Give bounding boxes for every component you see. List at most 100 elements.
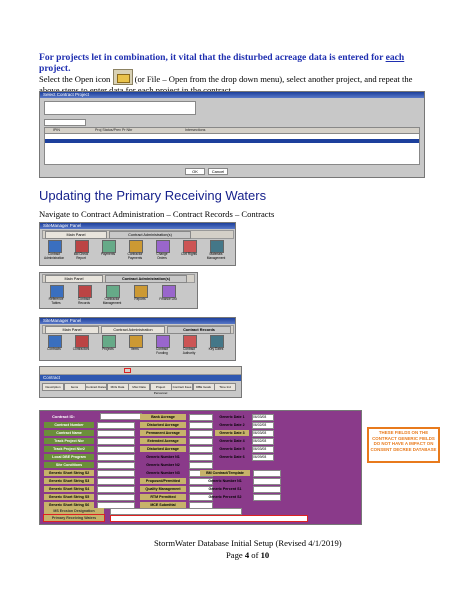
generic-left-0-field[interactable] [97, 470, 135, 477]
tab-main-panel-3[interactable]: Main Panel [45, 326, 99, 334]
col-status: Proj Status/Prev Pr Nbr [95, 128, 133, 132]
panel-icon-label: Reports [134, 297, 146, 301]
cancel-button[interactable]: Cancel [208, 168, 228, 175]
open-toolbar-icon-highlight[interactable] [124, 368, 131, 373]
panel-icon-label: Contract Records [77, 297, 91, 305]
right-lower-3-field[interactable] [253, 494, 281, 501]
generic-date-5-field[interactable]: 06/09/08 [252, 454, 274, 461]
mid-lower-1-field[interactable] [189, 462, 213, 469]
generic-left-1-field[interactable] [97, 478, 135, 485]
generic-date-2-field[interactable]: 06/03/08 [252, 430, 274, 437]
generic-left-1-label: Generic Short String S3 [44, 478, 94, 484]
left-3-label: Track Project Nbr2 [44, 446, 94, 452]
mid-4-field[interactable] [189, 446, 213, 453]
project-list[interactable]: IPIN Proj Status/Prev Pr Nbr Intersectio… [44, 127, 420, 165]
generic-left-2-field[interactable] [97, 486, 135, 493]
tab-main-panel-2[interactable]: Main Panel [45, 275, 103, 283]
panel-icon-label: Bid Check Report [73, 252, 89, 260]
open-instruction-start: Select the Open icon [39, 74, 111, 84]
contract-administration-screenshot: Main Panel Contract Administration(s) Re… [39, 272, 198, 309]
contract-window-title: Contract [40, 375, 241, 381]
panel-icon-label: Key Dates [208, 347, 224, 351]
panel-icon-label: Contractor Management [102, 297, 122, 305]
generic-date-1-field[interactable]: 06/02/08 [252, 422, 274, 429]
left-2-field[interactable] [97, 438, 135, 445]
generic-left-2-label: Generic Short String S4 [44, 486, 94, 492]
mid-lower-1-label: Generic Number N2 [146, 463, 180, 467]
navigation-instruction: Navigate to Contract Administration – Co… [39, 209, 275, 219]
contract-tabs: Description Items Contract Dates Mtrls Data… [42, 383, 238, 395]
primary-receiving-waters-field[interactable] [110, 515, 308, 522]
section-heading: Updating the Primary Receiving Waters [39, 188, 267, 203]
generic-left-3-label: Generic Short String S5 [44, 494, 94, 500]
sitemanager-title-2: SiteManager Panel [40, 318, 235, 324]
mid-lower-5-label: RTM Permitted [140, 494, 186, 500]
generic-date-1-label: Generic Date 2 [219, 423, 245, 427]
generic-date-5-label: Generic Date 6 [219, 455, 245, 459]
tab-contract-administration-2[interactable]: Contract Administration(s) [105, 275, 187, 283]
tab-contract-records[interactable]: Contract Records [167, 326, 231, 334]
mid-0-field[interactable] [189, 414, 213, 421]
mid-2-field[interactable] [189, 430, 213, 437]
panel-tabs: Main Panel Contract Administration(s) [42, 230, 234, 239]
contract-tab-misc-data[interactable]: Misc Data [128, 383, 150, 391]
ms-erosion-field[interactable] [110, 508, 242, 515]
panel-icon-label: Payments [100, 252, 116, 256]
mid-1-field[interactable] [189, 422, 213, 429]
contract-tab-project-personnel[interactable]: Project Personnel [149, 383, 172, 395]
col-intersections: Intersections [185, 128, 206, 132]
dialog-search-field[interactable] [44, 119, 86, 126]
contract-tab-mtrls-data[interactable]: Mtrls Data [106, 383, 129, 391]
contract-window-screenshot: Contract Description Items Contract Dates M… [39, 366, 242, 398]
mid-lower-4-label: Quality Management [140, 486, 186, 492]
left-0-field[interactable] [97, 422, 135, 429]
panel-icon-label: Contractors [72, 347, 90, 351]
panel-icon-label: Contract Funding [155, 347, 169, 355]
tab-contract-administration[interactable]: Contract Administration(s) [109, 231, 191, 239]
left-1-field[interactable] [97, 430, 135, 437]
generic-fields-note: THESE FIELDS ON THE CONTRACT GENERIC FIE… [367, 427, 440, 463]
contract-form-screenshot: Contract ID: Contract Number Contract Nam… [39, 410, 362, 525]
project-list-header: IPIN Proj Status/Prev Pr Nbr Intersectio… [45, 128, 419, 134]
select-project-dialog-screenshot: Select Contract Project IPIN Proj Status… [39, 91, 425, 178]
selected-project-row[interactable] [45, 139, 419, 143]
mid-3-field[interactable] [189, 438, 213, 445]
ms-erosion-label: MS Erosion Designation [44, 508, 104, 514]
intro-emphasis: each [385, 52, 405, 63]
contract-tab-dbe-goals[interactable]: DBE Goals [192, 383, 215, 391]
contract-tab-contract-dates[interactable]: Contract Dates [85, 383, 107, 391]
contract-tab-contract-fees[interactable]: Contract Fees [171, 383, 193, 391]
page-of: of [249, 550, 261, 560]
generic-date-4-field[interactable]: 06/03/08 [252, 446, 274, 453]
contract-id-label: Contract ID: [52, 414, 75, 419]
left-1-label: Contract Name [44, 430, 94, 436]
tab-contract-administration-3[interactable]: Contract Administration [101, 326, 165, 334]
contract-id-field[interactable] [100, 413, 142, 420]
left-4-field[interactable] [97, 454, 135, 461]
left-3-field[interactable] [97, 446, 135, 453]
sitemanager-main-panel-screenshot: SiteManager Panel Main Panel Contract Ad… [39, 222, 236, 266]
right-lower-2-field[interactable] [253, 486, 281, 493]
generic-date-3-field[interactable]: 06/02/08 [252, 438, 274, 445]
generic-left-3-field[interactable] [97, 494, 135, 501]
primary-receiving-waters-label: Primary Receiving Waters [43, 514, 105, 522]
right-lower-1-field[interactable] [253, 478, 281, 485]
left-5-label: Site Conditions [44, 462, 94, 468]
contract-toolbar [40, 367, 241, 375]
contract-records-screenshot: SiteManager Panel Main Panel Contract Ad… [39, 317, 236, 361]
contract-tab-items[interactable]: Items [63, 383, 86, 391]
page-total: 10 [260, 550, 270, 560]
contract-tab-description[interactable]: Description [42, 383, 64, 391]
left-5-field[interactable] [97, 462, 135, 469]
tab-main-panel[interactable]: Main Panel [45, 231, 107, 239]
mid-3-label: Extended Acreage [140, 438, 186, 444]
mid-lower-0-field[interactable] [189, 454, 213, 461]
right-lower-0-field[interactable] [253, 470, 281, 477]
ok-button[interactable]: OK [185, 168, 205, 175]
generic-date-0-label: Generic Date 1 [219, 415, 245, 419]
dialog-title: Select Contract Project [40, 92, 424, 98]
contract-tab-time-ind[interactable]: Time Ind [214, 383, 236, 391]
ca-tabs: Main Panel Contract Administration(s) [42, 274, 195, 283]
generic-date-0-field[interactable]: 06/03/08 [252, 414, 274, 421]
panel-icon-label: Finance List [159, 297, 177, 301]
